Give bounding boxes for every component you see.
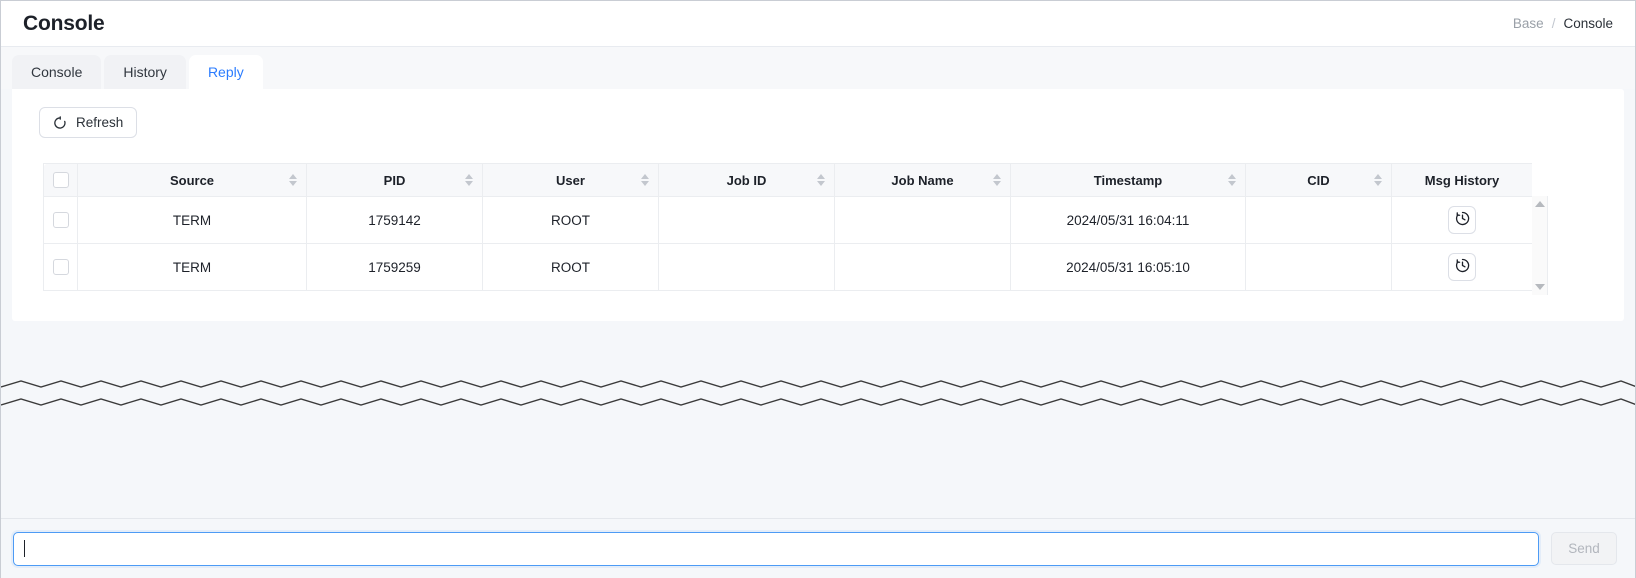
tab-strip: Console History Reply bbox=[1, 47, 1635, 89]
breadcrumb: Base / Console bbox=[1513, 16, 1613, 31]
column-label-timestamp: Timestamp bbox=[1094, 173, 1162, 188]
msg-history-button[interactable] bbox=[1448, 253, 1476, 281]
sort-toggle-source[interactable] bbox=[289, 174, 297, 186]
cell-job-id bbox=[659, 244, 835, 291]
scroll-up-triangle-icon[interactable] bbox=[1535, 201, 1545, 207]
column-label-job-name: Job Name bbox=[891, 173, 953, 188]
cell-job-id bbox=[659, 197, 835, 244]
zigzag-tear-line-icon bbox=[1, 375, 1635, 413]
column-header-source[interactable]: Source bbox=[78, 164, 307, 197]
table-vertical-scrollbar[interactable] bbox=[1532, 196, 1548, 295]
cell-user: ROOT bbox=[483, 244, 659, 291]
send-button[interactable]: Send bbox=[1551, 532, 1617, 565]
refresh-button-label: Refresh bbox=[76, 115, 123, 130]
column-header-user[interactable]: User bbox=[483, 164, 659, 197]
column-label-msg-history: Msg History bbox=[1425, 173, 1499, 188]
table-row[interactable]: TERM 1759259 ROOT 2024/05/31 16:05:10 bbox=[44, 244, 1533, 291]
column-header-job-id[interactable]: Job ID bbox=[659, 164, 835, 197]
refresh-circular-arrow-icon bbox=[53, 116, 67, 130]
cell-pid: 1759259 bbox=[307, 244, 483, 291]
message-input[interactable] bbox=[13, 532, 1539, 566]
row-select-cell bbox=[44, 197, 78, 244]
row-checkbox[interactable] bbox=[53, 259, 69, 275]
data-table-wrapper: Source PID User bbox=[43, 163, 1548, 295]
reply-panel-card: Refresh bbox=[12, 89, 1624, 321]
column-label-cid: CID bbox=[1307, 173, 1329, 188]
cell-job-name bbox=[835, 244, 1011, 291]
select-all-header-cell bbox=[44, 164, 78, 197]
table-row[interactable]: TERM 1759142 ROOT 2024/05/31 16:04:11 bbox=[44, 197, 1533, 244]
page-title: Console bbox=[23, 12, 104, 36]
column-header-pid[interactable]: PID bbox=[307, 164, 483, 197]
text-caret bbox=[24, 540, 25, 557]
msg-history-button[interactable] bbox=[1448, 206, 1476, 234]
column-label-job-id: Job ID bbox=[727, 173, 767, 188]
top-header-bar: Console Base / Console bbox=[1, 1, 1635, 47]
column-label-user: User bbox=[556, 173, 585, 188]
table-body: TERM 1759142 ROOT 2024/05/31 16:04:11 bbox=[44, 197, 1533, 291]
sort-toggle-timestamp[interactable] bbox=[1228, 174, 1236, 186]
cell-timestamp: 2024/05/31 16:04:11 bbox=[1011, 197, 1246, 244]
breadcrumb-item-base[interactable]: Base bbox=[1513, 16, 1544, 31]
cell-cid bbox=[1246, 197, 1392, 244]
table-toolbar: Refresh bbox=[12, 89, 1624, 138]
column-label-source: Source bbox=[170, 173, 214, 188]
refresh-button[interactable]: Refresh bbox=[39, 107, 137, 138]
column-header-job-name[interactable]: Job Name bbox=[835, 164, 1011, 197]
console-page: Console Base / Console Console History R… bbox=[0, 0, 1636, 578]
cell-source: TERM bbox=[78, 197, 307, 244]
cell-msg-history bbox=[1392, 197, 1533, 244]
sort-toggle-job-name[interactable] bbox=[993, 174, 1001, 186]
message-composer-bar: Send bbox=[1, 518, 1635, 578]
cell-timestamp: 2024/05/31 16:05:10 bbox=[1011, 244, 1246, 291]
cell-pid: 1759142 bbox=[307, 197, 483, 244]
cell-user: ROOT bbox=[483, 197, 659, 244]
sort-toggle-pid[interactable] bbox=[465, 174, 473, 186]
sort-toggle-job-id[interactable] bbox=[817, 174, 825, 186]
breadcrumb-item-current: Console bbox=[1563, 16, 1613, 31]
screenshot-cut-marker bbox=[1, 375, 1635, 413]
sort-toggle-user[interactable] bbox=[641, 174, 649, 186]
table-header: Source PID User bbox=[44, 164, 1533, 197]
column-header-timestamp[interactable]: Timestamp bbox=[1011, 164, 1246, 197]
reply-table: Source PID User bbox=[43, 163, 1532, 291]
scroll-down-triangle-icon[interactable] bbox=[1535, 284, 1545, 290]
tab-history[interactable]: History bbox=[104, 55, 186, 89]
column-header-cid[interactable]: CID bbox=[1246, 164, 1392, 197]
tab-console[interactable]: Console bbox=[12, 55, 101, 89]
row-select-cell bbox=[44, 244, 78, 291]
table-scroll-area: Source PID User bbox=[43, 163, 1532, 295]
column-label-pid: PID bbox=[384, 173, 406, 188]
cell-source: TERM bbox=[78, 244, 307, 291]
cell-msg-history bbox=[1392, 244, 1533, 291]
cell-job-name bbox=[835, 197, 1011, 244]
sort-toggle-cid[interactable] bbox=[1374, 174, 1382, 186]
clock-history-icon bbox=[1455, 258, 1470, 276]
column-header-msg-history: Msg History bbox=[1392, 164, 1533, 197]
row-checkbox[interactable] bbox=[53, 212, 69, 228]
tab-reply[interactable]: Reply bbox=[189, 55, 263, 89]
breadcrumb-separator: / bbox=[1552, 16, 1556, 31]
table-header-row: Source PID User bbox=[44, 164, 1533, 197]
select-all-checkbox[interactable] bbox=[53, 172, 69, 188]
clock-history-icon bbox=[1455, 211, 1470, 229]
cell-cid bbox=[1246, 244, 1392, 291]
